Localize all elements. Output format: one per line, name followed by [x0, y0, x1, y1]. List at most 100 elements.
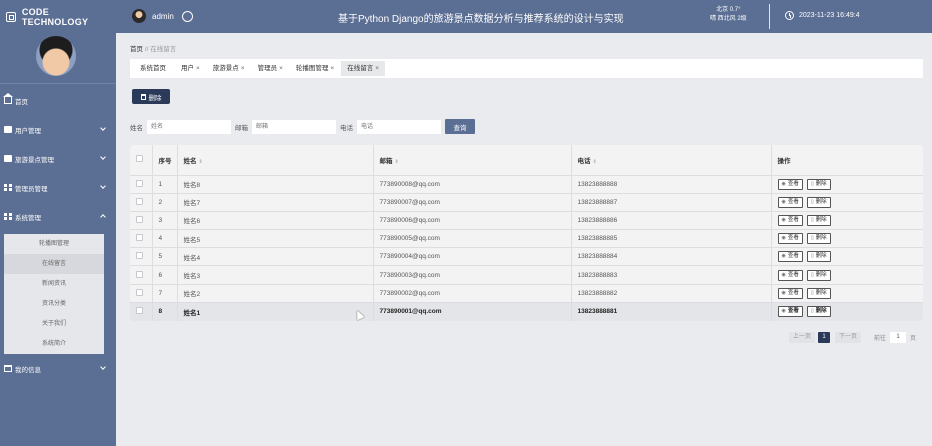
table-row: 2 姓名7 773890007@qq.com 13823888887 ◉ 查看 ▯ 删除: [130, 192, 923, 212]
row-checkbox[interactable]: [136, 252, 143, 260]
row-checkbox[interactable]: [136, 288, 143, 296]
delete-button[interactable]: ▯ 删除: [806, 214, 831, 226]
chevron-down-icon: [100, 154, 106, 160]
phone-input[interactable]: [357, 119, 441, 134]
prev-page-button[interactable]: 上一页: [789, 332, 816, 343]
submenu-item-about[interactable]: 关于我们: [4, 314, 104, 334]
tab-home[interactable]: 系统首页: [134, 61, 174, 76]
sort-icon[interactable]: ⇕: [593, 159, 597, 165]
cell-name: 姓名5: [177, 229, 374, 248]
sort-icon[interactable]: ⇕: [395, 159, 399, 165]
next-page-button[interactable]: 下一页: [835, 332, 862, 343]
close-icon[interactable]: ×: [375, 65, 379, 72]
row-checkbox[interactable]: [136, 307, 143, 315]
sidebar-item-home[interactable]: 首页: [0, 86, 116, 115]
sidebar-item-system[interactable]: 系统管理: [0, 202, 116, 231]
email-input[interactable]: [252, 119, 336, 134]
trash-icon: ▯: [810, 216, 814, 223]
cell-email: 773890008@qq.com: [373, 174, 572, 194]
delete-button[interactable]: ▯ 删除: [806, 178, 831, 190]
submenu-item-intro[interactable]: 系统简介: [4, 334, 104, 354]
delete-button[interactable]: ▯ 删除: [806, 269, 831, 281]
delete-button[interactable]: ▯ 删除: [806, 251, 831, 263]
row-checkbox[interactable]: [136, 270, 143, 278]
row-checkbox[interactable]: [136, 234, 143, 242]
logo[interactable]: CODE TECHNOLOGY: [0, 0, 116, 33]
row-checkbox[interactable]: [136, 215, 143, 223]
close-icon[interactable]: ×: [241, 65, 245, 72]
view-button[interactable]: ◉ 查看: [777, 287, 803, 299]
select-all-cell: [130, 145, 153, 175]
column-header-email[interactable]: 邮箱 ⇕: [373, 145, 572, 175]
cell-name: 姓名6: [177, 210, 374, 230]
table-row: 3 姓名6 773890006@qq.com 13823888886 ◉ 查看 ▯ 删除: [130, 210, 923, 230]
cell-actions: ◉ 查看 ▯ 删除: [771, 283, 923, 303]
tab-bar: 系统首页 用户 × 旅游景点 × 管理员 × 轮播图管理 × 在线留言 ×: [130, 59, 923, 78]
sort-icon[interactable]: ⇕: [199, 159, 203, 165]
tab-carousel[interactable]: 轮播图管理 ×: [290, 61, 340, 76]
cell-phone: 13823888883: [571, 265, 772, 285]
view-button[interactable]: ◉ 查看: [777, 214, 803, 226]
settings-icon[interactable]: [181, 10, 193, 22]
view-button[interactable]: ◉ 查看: [777, 196, 803, 208]
cell-actions: ◉ 查看 ▯ 删除: [771, 247, 923, 266]
tab-users[interactable]: 用户 ×: [175, 61, 206, 76]
submenu-item-carousel[interactable]: 轮播图管理: [4, 234, 104, 254]
select-all-checkbox[interactable]: [136, 155, 143, 163]
close-icon[interactable]: ×: [279, 65, 283, 72]
delete-button[interactable]: ▯ 删除: [806, 196, 831, 208]
submenu-item-news[interactable]: 新闻资讯: [4, 274, 104, 294]
cell-email: 773890001@qq.com: [373, 301, 572, 321]
cell-name: 姓名1: [177, 301, 374, 321]
cell-name: 姓名4: [177, 247, 374, 266]
page-number-current[interactable]: 1: [818, 332, 831, 343]
delete-button[interactable]: ▯ 删除: [806, 306, 831, 318]
user-avatar[interactable]: [132, 9, 146, 23]
goto-label: 前往: [874, 336, 887, 342]
page-jump-input[interactable]: 1: [890, 332, 907, 343]
trash-icon: ▯: [810, 253, 814, 260]
view-button[interactable]: ◉ 查看: [777, 178, 803, 190]
user-info[interactable]: admin: [132, 9, 193, 23]
cell-actions: ◉ 查看 ▯ 删除: [771, 301, 923, 321]
view-button[interactable]: ◉ 查看: [777, 269, 803, 281]
tab-attractions[interactable]: 旅游景点 ×: [207, 61, 251, 76]
name-input[interactable]: [147, 119, 231, 134]
close-icon[interactable]: ×: [196, 65, 200, 72]
tab-admins[interactable]: 管理员 ×: [252, 61, 289, 76]
close-icon[interactable]: ×: [330, 65, 334, 72]
breadcrumb-home[interactable]: 首页: [130, 46, 143, 53]
sidebar-item-admins[interactable]: 管理员管理: [0, 173, 116, 202]
column-header-name[interactable]: 姓名 ⇕: [177, 145, 374, 175]
sidebar-item-attractions[interactable]: 旅游景点管理: [0, 144, 116, 173]
delete-button[interactable]: ▯ 删除: [806, 233, 831, 245]
submenu-item-news-category[interactable]: 资讯分类: [4, 294, 104, 314]
row-select-cell: [130, 247, 153, 266]
sidebar-item-users[interactable]: 用户管理: [0, 115, 116, 144]
tab-messages[interactable]: 在线留言 ×: [341, 61, 385, 76]
delete-button[interactable]: ▯ 删除: [806, 287, 831, 299]
eye-icon: ◉: [781, 180, 786, 187]
sidebar-item-label: 系统管理: [15, 214, 41, 222]
view-button[interactable]: ◉ 查看: [777, 306, 803, 318]
cell-phone: 13823888887: [571, 192, 772, 212]
messages-table: 序号 姓名 ⇕ 邮箱 ⇕ 电话 ⇕ 操作 1 姓名8 773890008@qq.com 13…: [130, 145, 923, 321]
sidebar-item-label: 我的信息: [15, 366, 41, 374]
batch-delete-button[interactable]: 删除: [132, 89, 170, 104]
row-select-cell: [130, 301, 153, 321]
submenu-item-messages[interactable]: 在线留言: [4, 254, 104, 274]
trash-icon: ▯: [810, 198, 814, 205]
row-checkbox[interactable]: [136, 179, 143, 187]
row-checkbox[interactable]: [136, 197, 143, 205]
trash-icon: ▯: [810, 271, 814, 278]
query-button[interactable]: 查询: [445, 119, 475, 134]
table-row: 1 姓名8 773890008@qq.com 13823888888 ◉ 查看 ▯ 删除: [130, 174, 923, 194]
header-divider: [769, 4, 770, 29]
username[interactable]: admin: [152, 12, 174, 21]
sidebar-item-my-info[interactable]: 我的信息: [0, 354, 116, 383]
column-header-phone[interactable]: 电话 ⇕: [571, 145, 772, 175]
view-button[interactable]: ◉ 查看: [777, 233, 803, 245]
breadcrumb: 首页 // 在线留言: [130, 43, 176, 53]
view-button[interactable]: ◉ 查看: [777, 251, 803, 263]
document-icon: [4, 126, 12, 133]
